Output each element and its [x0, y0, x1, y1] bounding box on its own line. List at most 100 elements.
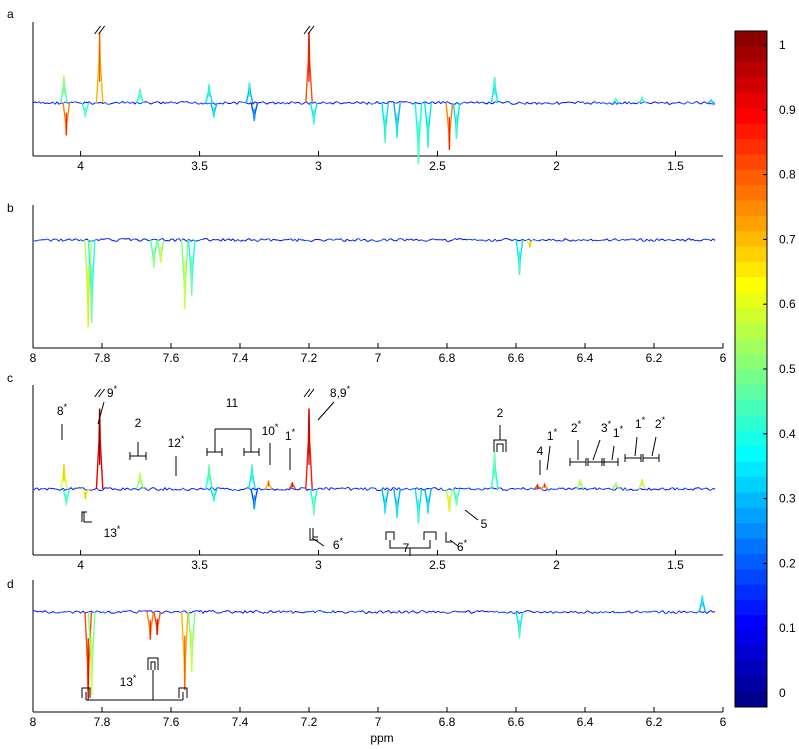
baseline-segment [574, 610, 578, 613]
baseline-segment [170, 101, 174, 104]
baseline-segment [126, 101, 130, 104]
baseline-segment [72, 487, 76, 491]
baseline-segment [278, 102, 282, 105]
baseline-segment [434, 611, 438, 613]
baseline-segment [188, 238, 192, 242]
baseline-segment [690, 488, 694, 491]
baseline-segment [602, 102, 606, 104]
baseline-segment [306, 239, 310, 242]
baseline-segment [578, 487, 582, 490]
baseline-segment [356, 610, 360, 613]
baseline-segment [474, 101, 478, 104]
baseline-segment [92, 102, 96, 105]
baseline-segment [486, 238, 490, 241]
baseline-segment [426, 102, 430, 105]
baseline-segment [330, 487, 334, 489]
baseline-segment [354, 101, 358, 104]
baseline-segment [602, 611, 606, 614]
baseline-segment [588, 238, 592, 241]
baseline-segment [640, 488, 644, 491]
spectrum-b [32, 238, 716, 328]
baseline-segment [440, 611, 444, 614]
baseline-segment [508, 238, 512, 241]
baseline-segment [278, 239, 282, 242]
baseline-segment [686, 488, 690, 491]
baseline-segment [112, 239, 116, 242]
x-tick-label: 7 [375, 351, 382, 365]
baseline-segment [440, 487, 444, 491]
baseline-segment [566, 487, 570, 490]
baseline-segment [518, 611, 522, 614]
baseline-segment [548, 488, 552, 491]
colorbar-band [735, 61, 767, 78]
baseline-segment [592, 611, 596, 614]
baseline-segment [302, 239, 306, 242]
baseline-segment [552, 238, 556, 241]
baseline-segment [702, 487, 706, 490]
baseline-segment [506, 488, 510, 491]
baseline-segment [358, 487, 362, 490]
baseline-segment [616, 611, 620, 614]
baseline-segment [298, 487, 302, 491]
panel-letter-a: a [7, 7, 14, 21]
baseline-segment [544, 611, 548, 614]
baseline-segment [628, 610, 632, 614]
baseline-segment [366, 488, 370, 491]
baseline-segment [338, 102, 342, 105]
baseline-segment [138, 610, 142, 612]
baseline-segment [522, 610, 526, 614]
baseline-segment [520, 487, 524, 490]
baseline-segment [484, 487, 488, 490]
baseline-segment [408, 611, 412, 614]
baseline-segment [656, 102, 660, 104]
x-tick-label: 2 [553, 159, 560, 173]
baseline-segment [392, 239, 396, 242]
baseline-segment [678, 101, 682, 104]
baseline-segment [494, 488, 498, 490]
baseline-segment [704, 101, 708, 104]
annotation-line [309, 528, 318, 541]
baseline-segment [210, 610, 214, 612]
baseline-segment [112, 488, 116, 491]
baseline-segment [56, 239, 60, 242]
baseline-segment [444, 612, 448, 614]
baseline-segment [406, 610, 410, 614]
baseline-segment [388, 610, 392, 614]
baseline-segment [160, 101, 164, 105]
panel-letter-d: d [7, 577, 14, 591]
baseline-segment [444, 101, 448, 104]
baseline-segment [350, 488, 354, 491]
baseline-segment [500, 238, 504, 241]
baseline-segment [472, 611, 476, 614]
baseline-segment [706, 487, 710, 491]
colorbar-band [735, 399, 767, 416]
x-tick-label: 6.8 [439, 715, 456, 729]
baseline-segment [518, 101, 522, 104]
baseline-segment [286, 488, 290, 491]
colorbar-band [735, 153, 767, 170]
baseline-segment [586, 488, 590, 491]
x-tick-label: 6.6 [508, 715, 525, 729]
baseline-segment [580, 611, 584, 614]
baseline-segment [372, 239, 376, 242]
baseline-segment [384, 238, 388, 242]
baseline-segment [712, 611, 716, 613]
baseline-segment [662, 238, 666, 242]
baseline-segment [494, 101, 498, 103]
baseline-segment [238, 489, 242, 491]
colorbar-band [735, 568, 767, 585]
x-tick-label: 7.4 [232, 351, 249, 365]
baseline-segment [526, 488, 530, 491]
baseline-segment [190, 239, 194, 242]
baseline-segment [308, 240, 312, 242]
baseline-segment [406, 238, 410, 241]
annotation-line [496, 443, 504, 452]
annotation-line [147, 657, 159, 670]
baseline-segment [178, 101, 182, 103]
baseline-segment [664, 489, 668, 491]
baseline-segment [252, 101, 256, 105]
baseline-segment [670, 611, 674, 614]
panel-c: c 4 3.5 3 2.5 2 1.5 [7, 371, 723, 572]
baseline-segment [368, 610, 372, 613]
baseline-segment [416, 102, 420, 105]
